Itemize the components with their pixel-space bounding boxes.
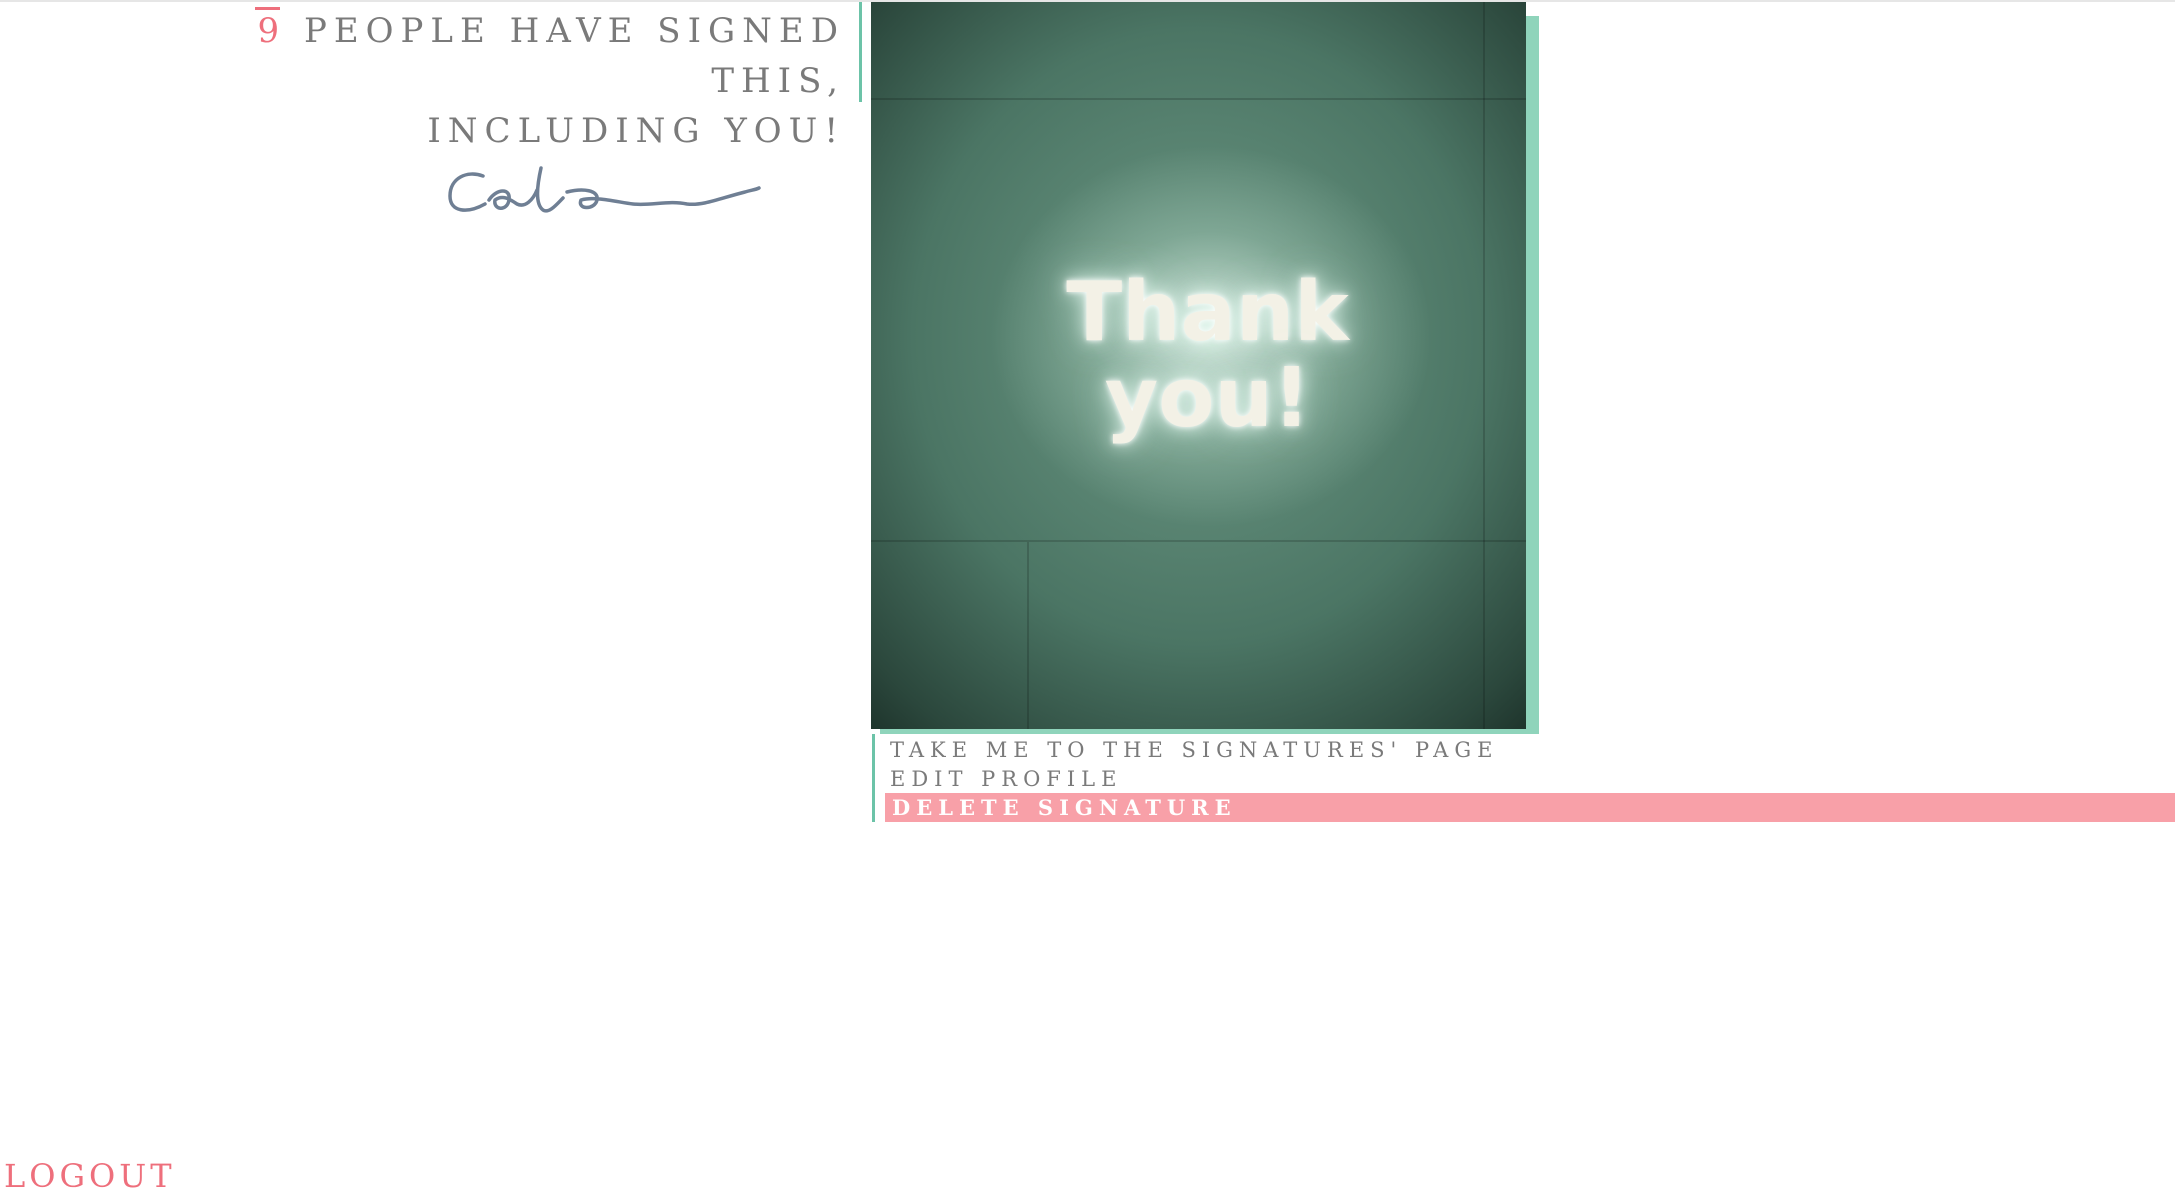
neon-sign-text: Thank you! (871, 270, 1526, 442)
delete-signature-label: Delete signature (892, 795, 1237, 820)
signers-text-line1: people have signed this, (303, 11, 845, 101)
wall-seam (1027, 542, 1029, 729)
user-signature-image (448, 166, 761, 213)
signers-heading: 9 people have signed this, including you… (150, 6, 845, 156)
signers-text-line2: including you! (427, 111, 845, 151)
neon-line-1: Thank (1066, 265, 1349, 360)
neon-line-2: you! (1104, 351, 1311, 446)
wall-seam (871, 98, 1526, 100)
wall-seam (871, 540, 1526, 542)
signatures-page-link[interactable]: Take me to the signatures' page (885, 736, 1498, 765)
edit-profile-link[interactable]: Edit profile (885, 765, 1498, 794)
menu-accent-rule (872, 734, 875, 822)
actions-menu: Take me to the signatures' page Edit pro… (885, 736, 1498, 794)
logout-link[interactable]: Logout (4, 1156, 176, 1196)
delete-signature-button[interactable]: Delete signature (885, 793, 2175, 822)
heading-accent-rule (859, 2, 862, 102)
thank-you-photo: Thank you! (871, 2, 1526, 729)
signers-count: 9 (257, 11, 287, 51)
